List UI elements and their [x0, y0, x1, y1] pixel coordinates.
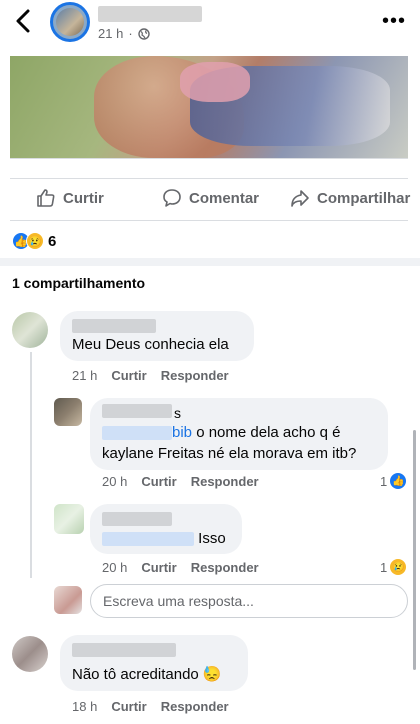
reply-avatar[interactable] [54, 398, 82, 426]
actions-top-divider [10, 178, 408, 179]
sad-reaction-icon: 😢 [390, 559, 407, 575]
reply-name-blurred[interactable] [102, 512, 172, 526]
post-time[interactable]: 21 h [98, 26, 123, 41]
section-separator [0, 258, 420, 266]
reply-reply-button[interactable]: Responder [191, 560, 259, 575]
reply-text-line2: kaylane Freitas né ela morava em itb? [102, 445, 357, 462]
reply-meta: 20 h Curtir Responder [102, 560, 273, 575]
reply-time: 20 h [102, 560, 128, 575]
reply-reply-button[interactable]: Responder [191, 474, 259, 489]
post-image[interactable] [10, 56, 408, 158]
like-reaction-icon: 👍 [390, 473, 407, 489]
commenter-name-blurred[interactable] [72, 643, 176, 657]
reply-avatar[interactable] [54, 504, 84, 534]
post-meta: 21 h · [98, 26, 150, 41]
mention-link[interactable] [102, 532, 194, 547]
reply-text: Isso [102, 528, 226, 550]
reply-input[interactable]: Escreva uma resposta... [90, 584, 408, 618]
comment-meta: 21 h Curtir Responder [72, 368, 243, 383]
share-button[interactable]: Compartilhar [290, 188, 410, 208]
more-options-button[interactable]: ••• [382, 11, 406, 31]
post-header: 21 h · ••• [0, 0, 420, 48]
comment-time: 18 h [72, 699, 98, 714]
commenter-name-blurred[interactable] [72, 319, 156, 333]
comment-like-button[interactable]: Curtir [111, 368, 146, 383]
author-name-blurred[interactable] [98, 6, 202, 22]
reaction-count: 6 [48, 232, 57, 250]
comment-time: 21 h [72, 368, 98, 383]
reply-like-button[interactable]: Curtir [141, 474, 176, 489]
commenter-avatar[interactable] [12, 636, 48, 672]
comment-reply-button[interactable]: Responder [161, 699, 229, 714]
globe-icon [137, 27, 150, 40]
comment-text: Meu Deus conhecia ela [72, 336, 229, 353]
like-label: Curtir [63, 189, 104, 207]
reply-reactions[interactable]: 1 👍 [380, 473, 407, 489]
author-avatar[interactable] [50, 2, 90, 42]
reply-text-line1: bib o nome dela acho q é [102, 422, 340, 444]
reaction-summary[interactable]: 👍 😢 6 [12, 232, 56, 250]
comment-text: Não tô acreditando 😓 [72, 666, 222, 683]
reply-time: 20 h [102, 474, 128, 489]
share-arrow-icon [291, 190, 309, 207]
mention-link[interactable]: bib [172, 424, 192, 441]
image-bottom-border [10, 158, 408, 159]
thumbs-up-icon [37, 189, 55, 207]
reply-name-suffix: s [174, 405, 181, 421]
comment-bubble-icon [163, 189, 181, 207]
comment-reply-button[interactable]: Responder [161, 368, 229, 383]
back-arrow-icon[interactable] [12, 8, 36, 34]
share-count[interactable]: 1 compartilhamento [12, 275, 145, 291]
current-user-avatar [54, 586, 82, 614]
comment-like-button[interactable]: Curtir [111, 699, 146, 714]
like-button[interactable]: Curtir [36, 188, 104, 208]
reply-reactions[interactable]: 1 😢 [380, 559, 407, 575]
actions-bottom-divider [10, 220, 408, 221]
reply-name-blurred[interactable] [102, 404, 172, 418]
reply-meta: 20 h Curtir Responder [102, 474, 273, 489]
comment-label: Comentar [189, 189, 260, 207]
reply-like-button[interactable]: Curtir [141, 560, 176, 575]
sad-reaction-icon: 😢 [26, 232, 44, 250]
commenter-avatar[interactable] [12, 312, 48, 348]
comment-meta: 18 h Curtir Responder [72, 699, 243, 714]
share-label: Compartilhar [317, 189, 411, 207]
scrollbar[interactable] [413, 430, 416, 670]
post-actions: Curtir Comentar Compartilhar [0, 184, 420, 216]
comment-button[interactable]: Comentar [162, 188, 259, 208]
